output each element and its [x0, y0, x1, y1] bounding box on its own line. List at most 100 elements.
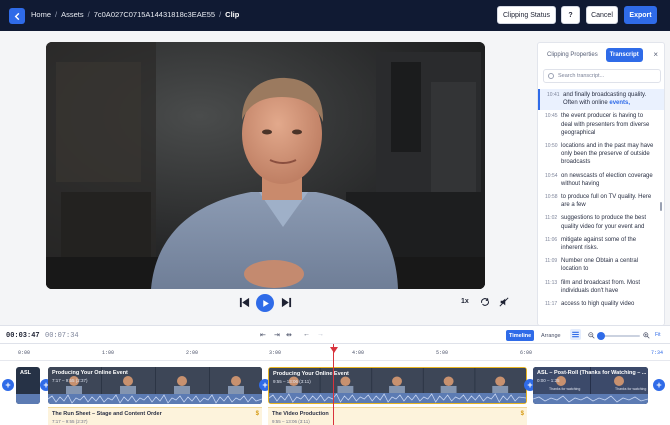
- search-icon: [548, 73, 554, 79]
- audio-waveform: [48, 394, 262, 404]
- timeline-clip[interactable]: ASL – Post-Roll (Thanks for Watching – .…: [533, 367, 648, 404]
- timeline-toolbar: 00:03:47 00:07:34 ⇤ ⇥ ⇹ ← → Timeline Arr…: [0, 325, 670, 344]
- clip-title: ASL – Post-Roll (Thanks for Watching – .…: [537, 370, 647, 376]
- timeline-clip[interactable]: Producing Your Online Event 7:17 – 9:55 …: [48, 367, 262, 404]
- skip-back-button[interactable]: [238, 295, 250, 309]
- chapter-marker-icon: $: [520, 411, 524, 417]
- loop-button[interactable]: [479, 296, 491, 308]
- skip-forward-button[interactable]: [280, 295, 292, 309]
- trim-start-icon[interactable]: ⇤: [260, 331, 266, 339]
- add-clip-button[interactable]: +: [2, 379, 14, 391]
- ruler-label-end: 7:34: [651, 350, 664, 356]
- trim-end-icon[interactable]: ⇥: [274, 331, 280, 339]
- audio-waveform: [269, 393, 526, 403]
- transcript-timestamp: 10:54: [545, 172, 558, 179]
- chapter-marker-icon: $: [255, 411, 259, 417]
- transcript-line[interactable]: 10:54 on newscasts of election coverage w…: [538, 170, 664, 191]
- ruler-label: 6:00: [520, 350, 533, 356]
- transcript-timestamp: 11:09: [545, 258, 558, 265]
- player-stage: 1x: [0, 31, 532, 325]
- transcript-search-input[interactable]: Search transcript...: [543, 69, 661, 83]
- clip-title: ASL: [20, 370, 31, 376]
- transcript-line[interactable]: 11:06 mitigate against some of the inhere…: [538, 234, 664, 255]
- skip-back-icon: [239, 297, 249, 307]
- list-view-button[interactable]: [570, 329, 581, 340]
- breadcrumb-asset-id[interactable]: 7c0A027C0715A14431818c3EAE55: [94, 10, 215, 19]
- transcript-timestamp: 11:06: [545, 236, 558, 243]
- transcript-timestamp: 10:50: [545, 143, 558, 150]
- zoom-slider-handle[interactable]: [597, 332, 605, 340]
- transcript-timestamp: 11:17: [545, 301, 558, 308]
- clip-title: Producing Your Online Event: [52, 370, 128, 376]
- ruler-label: 4:00: [352, 350, 365, 356]
- play-button[interactable]: [256, 294, 274, 312]
- breadcrumb-home[interactable]: Home: [31, 10, 51, 19]
- back-button[interactable]: [9, 8, 25, 24]
- total-time: 00:07:34: [45, 332, 79, 340]
- redo-icon[interactable]: →: [317, 331, 324, 338]
- transcript-line[interactable]: 10:45 the event producer is having to dea…: [538, 110, 664, 140]
- clip-title: Producing Your Online Event: [273, 371, 349, 377]
- transcript-timestamp: 11:13: [545, 279, 558, 286]
- undo-icon[interactable]: ←: [303, 331, 310, 338]
- transcript-scrollbar[interactable]: [660, 202, 662, 211]
- playhead-handle[interactable]: [330, 347, 338, 353]
- ruler-label: 5:00: [436, 350, 449, 356]
- thumbnail-caption: Thanks for watching: [549, 387, 581, 391]
- chapter-card[interactable]: The Run Sheet – Stage and Content Order …: [48, 407, 262, 425]
- panel-tabs: Clipping Properties Transcript: [543, 48, 643, 62]
- search-highlight: events,: [609, 100, 631, 107]
- chapter-time: 7:17 – 9:55 (2:37): [52, 419, 88, 424]
- transcript-timestamp: 11:02: [545, 215, 558, 222]
- loop-icon: [481, 298, 489, 306]
- ruler-label: 0:00: [18, 350, 31, 356]
- timeline-clip[interactable]: ASL: [16, 367, 40, 404]
- audio-waveform: [533, 394, 648, 404]
- close-panel-button[interactable]: ×: [653, 50, 658, 59]
- add-clip-button[interactable]: +: [653, 379, 665, 391]
- split-icon[interactable]: ⇹: [286, 331, 292, 339]
- zoom-out-icon[interactable]: [588, 332, 595, 341]
- chapter-card[interactable]: The Video Production 9:55 – 13:06 (3:11)…: [268, 407, 527, 425]
- transcript-line[interactable]: 11:17 access to high quality video: [538, 298, 664, 311]
- chapter-time: 9:55 – 13:06 (3:11): [272, 419, 310, 424]
- cancel-button[interactable]: Cancel: [586, 6, 618, 24]
- video-frame-image: [46, 42, 485, 289]
- breadcrumb-assets[interactable]: Assets: [61, 10, 84, 19]
- transcript-timestamp: 10:45: [545, 113, 558, 120]
- tab-transcript[interactable]: Transcript: [605, 48, 643, 62]
- tab-clipping-properties[interactable]: Clipping Properties: [543, 48, 602, 62]
- video-preview[interactable]: [46, 42, 485, 289]
- transcript-line[interactable]: 10:50 locations and in the past may have …: [538, 140, 664, 170]
- clip-time: 0:00 – 1:25: [537, 378, 560, 383]
- tab-arrange[interactable]: Arrange: [538, 330, 564, 341]
- mute-button[interactable]: [498, 296, 510, 308]
- transcript-timestamp: 10:58: [545, 194, 558, 201]
- transcript-panel: Clipping Properties Transcript × Search …: [537, 42, 665, 326]
- clipping-status-button[interactable]: Clipping Status: [497, 6, 556, 24]
- help-button[interactable]: ?: [561, 6, 580, 24]
- transcript-line[interactable]: 11:09 Number one Obtain a central locatio…: [538, 255, 664, 276]
- export-button[interactable]: Export: [624, 6, 657, 24]
- playhead[interactable]: [333, 344, 334, 425]
- transcript-line[interactable]: 11:02 suggestions to produce the best qua…: [538, 212, 664, 233]
- ruler-label: 1:00: [102, 350, 115, 356]
- playback-rate[interactable]: 1x: [461, 298, 469, 305]
- chapter-title: The Run Sheet – Stage and Content Order: [52, 411, 162, 417]
- breadcrumb-current: Clip: [225, 10, 240, 19]
- tab-timeline[interactable]: Timeline: [506, 330, 535, 341]
- transcript-line[interactable]: 10:41 and finally broadcasting quality. …: [538, 89, 664, 111]
- list-icon: [572, 331, 579, 338]
- search-placeholder: Search transcript...: [558, 73, 605, 79]
- timeline-clip-selected[interactable]: Producing Your Online Event 9:55 – 13:06…: [268, 367, 527, 404]
- speaker-muted-icon: [499, 297, 509, 307]
- zoom-fit-button[interactable]: Fit: [655, 332, 661, 338]
- thumbnail-caption: Thanks for watching: [615, 387, 647, 391]
- ruler-label: 3:00: [269, 350, 282, 356]
- audio-waveform: [16, 394, 40, 404]
- zoom-in-icon[interactable]: [643, 332, 650, 341]
- transcript-timestamp: 10:41: [547, 92, 560, 98]
- transcript-line[interactable]: 10:58 to produce full on TV quality. Here…: [538, 191, 664, 212]
- breadcrumb: Home / Assets / 7c0A027C0715A14431818c3E…: [31, 10, 240, 19]
- transcript-line[interactable]: 11:13 film and broadcast from. Most indiv…: [538, 277, 664, 298]
